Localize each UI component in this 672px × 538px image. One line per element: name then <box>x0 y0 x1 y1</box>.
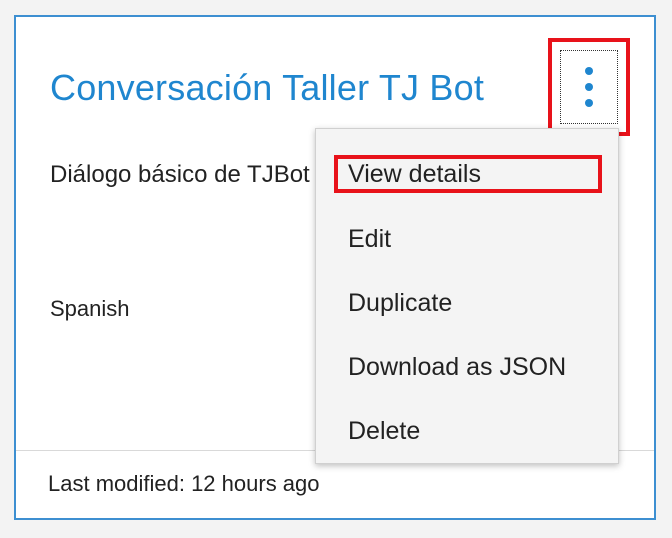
overflow-menu: View details Edit Duplicate Download as … <box>315 128 619 464</box>
card-description: Diálogo básico de TJBot <box>50 161 310 188</box>
menu-item-download-json[interactable]: Download as JSON <box>316 335 618 399</box>
menu-item-label: Duplicate <box>348 289 453 317</box>
menu-item-edit[interactable]: Edit <box>316 207 618 271</box>
card-title[interactable]: Conversación Taller TJ Bot <box>50 67 484 109</box>
menu-item-label: Edit <box>348 225 392 253</box>
card-language: Spanish <box>50 296 130 321</box>
highlight-box <box>334 155 602 193</box>
kebab-vertical-icon <box>585 67 593 107</box>
menu-item-duplicate[interactable]: Duplicate <box>316 271 618 335</box>
menu-item-view-details[interactable]: View details <box>316 143 618 207</box>
card-last-modified: Last modified: 12 hours ago <box>48 471 320 496</box>
menu-item-label: Delete <box>348 417 421 445</box>
menu-item-label: Download as JSON <box>348 353 567 381</box>
overflow-menu-button[interactable] <box>548 38 630 136</box>
menu-item-delete[interactable]: Delete <box>316 399 618 463</box>
